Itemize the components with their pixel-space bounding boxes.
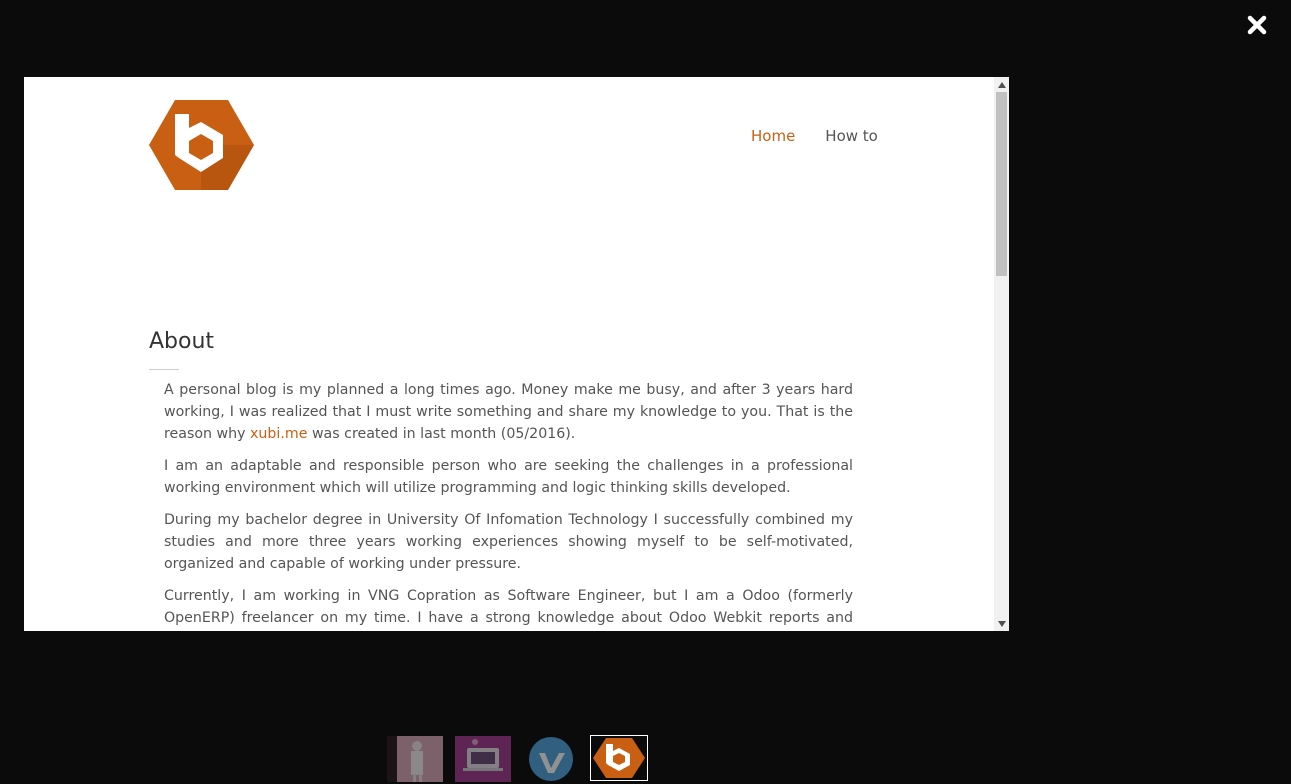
- close-icon: [1247, 15, 1267, 35]
- about-title: About: [149, 329, 215, 354]
- vertical-scrollbar[interactable]: [994, 77, 1009, 631]
- about-paragraph-1: A personal blog is my planned a long tim…: [164, 379, 853, 445]
- nav-item-how-to[interactable]: How to: [825, 127, 878, 145]
- embedded-page: Home How to About A personal blog is my …: [24, 77, 994, 631]
- scroll-thumb[interactable]: [996, 92, 1007, 276]
- triangle-up-icon: [997, 81, 1006, 88]
- about-content: A personal blog is my planned a long tim…: [164, 379, 853, 631]
- thumbnail-1[interactable]: [387, 736, 443, 782]
- triangle-down-icon: [997, 620, 1006, 627]
- hexagon-b-logo-icon: [149, 100, 254, 190]
- thumbnail-strip: [387, 735, 648, 782]
- person-photo-thumbnail: [387, 736, 443, 782]
- vimeo-logo-thumbnail: [523, 736, 579, 782]
- xubi-link[interactable]: xubi.me: [250, 426, 307, 442]
- paragraph-text: was created in last month (05/2016).: [307, 426, 576, 442]
- lightbox-overlay: Home How to About A personal blog is my …: [0, 0, 1291, 784]
- hexagon-b-logo-thumbnail: [591, 736, 647, 780]
- laptop-photo-thumbnail: [455, 736, 511, 782]
- about-paragraph-2: I am an adaptable and responsible person…: [164, 458, 853, 496]
- site-logo[interactable]: [149, 100, 254, 190]
- main-nav: Home How to: [751, 127, 878, 145]
- nav-item-home[interactable]: Home: [751, 127, 795, 145]
- thumbnail-4[interactable]: [590, 735, 648, 781]
- lightbox-iframe[interactable]: Home How to About A personal blog is my …: [24, 77, 1009, 631]
- scroll-up-button[interactable]: [994, 77, 1009, 92]
- thumbnail-2[interactable]: [455, 736, 511, 782]
- about-paragraph-3: During my bachelor degree in University …: [164, 512, 853, 572]
- scroll-down-button[interactable]: [994, 616, 1009, 631]
- close-button[interactable]: [1244, 12, 1270, 38]
- about-paragraph-4: Currently, I am working in VNG Copration…: [164, 588, 853, 626]
- title-divider: [149, 369, 179, 370]
- thumbnail-3[interactable]: [523, 736, 579, 782]
